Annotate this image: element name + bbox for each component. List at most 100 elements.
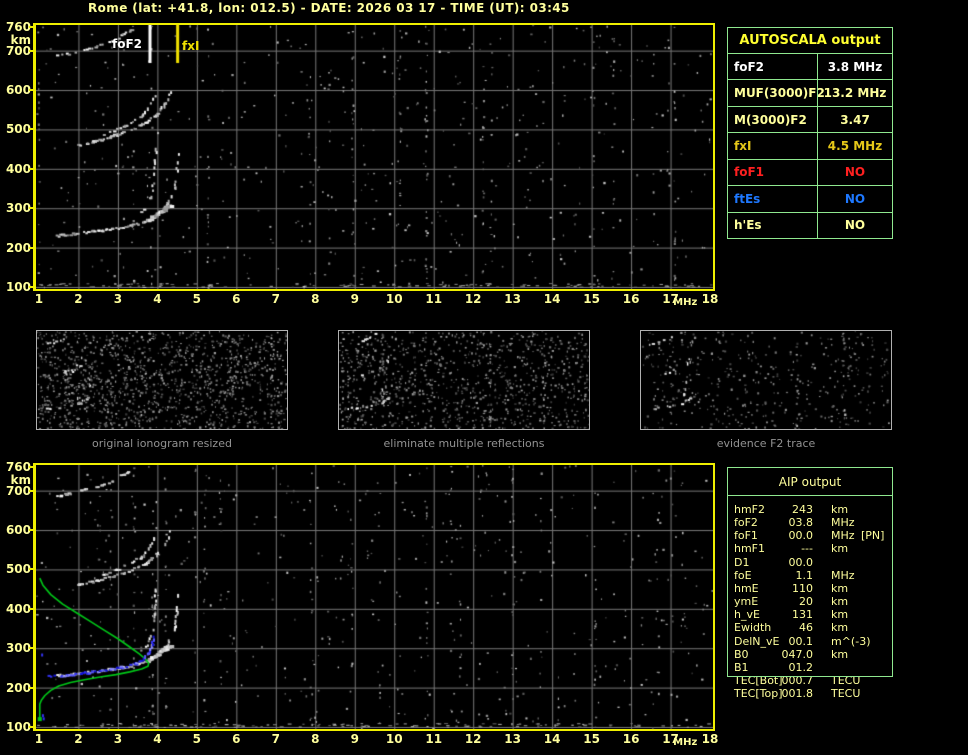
x-tick-label: 18 — [698, 733, 722, 746]
autoscala-row-value: 3.47 — [817, 107, 892, 132]
autoscala-row-value: NO — [817, 213, 892, 238]
autoscala-row: fxI4.5 MHz — [728, 132, 892, 158]
autoscala-row: foF1NO — [728, 159, 892, 185]
aip-row: Ewidth46km — [728, 621, 892, 634]
aip-row-label: hmE — [734, 582, 759, 595]
y-tick-mark — [29, 207, 33, 209]
x-axis-unit-mhz: MHz — [673, 737, 697, 748]
x-tick-label: 11 — [422, 293, 446, 306]
aip-row: DelN_vE00.1m^(-3) — [728, 635, 892, 648]
x-axis-unit-mhz: MHz — [673, 297, 697, 308]
autoscala-row-label: fxI — [728, 133, 817, 158]
aip-row: D100.0 — [728, 556, 892, 569]
y-tick-mark — [29, 466, 33, 468]
y-axis-unit-km: km — [0, 33, 31, 47]
x-tick-label: 8 — [303, 733, 327, 746]
y-tick-mark — [29, 50, 33, 52]
fxI-marker-label: fxI — [182, 39, 199, 53]
aip-row-unit: km — [831, 542, 848, 555]
y-tick-mark — [29, 608, 33, 610]
x-tick-label: 1 — [27, 733, 51, 746]
autoscala-row-value: 13.2 MHz — [817, 80, 892, 105]
aip-output-table: AIP output hmF2243 km foF203.8MHzfoF1 00.0 M… — [727, 467, 893, 677]
aip-row-label: hmF2 — [734, 503, 765, 516]
aip-table-bottom-border — [727, 676, 893, 677]
aip-row-label: foF2 — [734, 516, 758, 529]
aip-table-header: AIP output — [728, 468, 892, 496]
thumbnail-evidence-canvas — [641, 331, 891, 429]
aip-row: foF203.8MHz — [728, 516, 892, 529]
aip-row-value: 00.1 — [766, 635, 813, 648]
aip-row-value: 20 — [766, 595, 813, 608]
autoscala-row: MUF(3000)F213.2 MHz — [728, 79, 892, 105]
foF2-marker-label: foF2 — [112, 37, 142, 51]
aip-row-unit: km — [831, 648, 848, 661]
x-tick-label: 12 — [461, 293, 485, 306]
x-tick-label: 18 — [698, 293, 722, 306]
aip-row-unit: km — [831, 621, 848, 634]
station-date-time-title: Rome (lat: +41.8, lon: 012.5) - DATE: 20… — [88, 1, 570, 15]
aip-row-unit: MHz — [831, 516, 855, 529]
aip-row-value: 001.8 — [766, 687, 813, 700]
x-tick-label: 6 — [224, 293, 248, 306]
aip-row-unit: m^(-3) — [831, 635, 870, 648]
y-tick-mark — [29, 647, 33, 649]
thumbnail-caption: eliminate multiple reflections — [338, 437, 590, 450]
x-tick-label: 7 — [264, 733, 288, 746]
aip-row: hmE110km — [728, 582, 892, 595]
y-tick-mark — [29, 687, 33, 689]
aip-row-label: foF1 — [734, 529, 758, 542]
autoscala-row: foF23.8 MHz — [728, 53, 892, 79]
autoscala-row-label: foF2 — [728, 54, 817, 79]
x-tick-label: 10 — [382, 733, 406, 746]
aip-row-unit: TECU — [831, 687, 860, 700]
aip-row-note: [PN] — [861, 529, 884, 542]
autoscala-row: M(3000)F23.47 — [728, 106, 892, 132]
thumbnail-original-canvas — [37, 331, 287, 429]
x-tick-label: 9 — [343, 293, 367, 306]
autoscala-row-value: NO — [817, 160, 892, 185]
thumbnail-caption: evidence F2 trace — [640, 437, 892, 450]
thumbnail-eliminate-canvas — [339, 331, 589, 429]
x-tick-label: 2 — [66, 293, 90, 306]
y-tick-mark — [29, 286, 33, 288]
autoscala-row-label: ftEs — [728, 186, 817, 211]
autoscala-row-label: foF1 — [728, 160, 817, 185]
x-tick-label: 5 — [185, 293, 209, 306]
aip-row-value: --- — [766, 542, 813, 555]
thumbnail-caption: original ionogram resized — [36, 437, 288, 450]
autoscala-row-value: 3.8 MHz — [817, 54, 892, 79]
aip-row-unit: MHz — [831, 569, 855, 582]
aip-row: B101.2 — [728, 661, 892, 674]
aip-row: foE1.1MHz — [728, 569, 892, 582]
x-tick-label: 15 — [580, 733, 604, 746]
top-ionogram-panel: foF2 fxI — [33, 23, 715, 291]
y-tick-label: 100 — [0, 720, 31, 734]
y-tick-label: 300 — [0, 641, 31, 655]
autoscala-output-table: AUTOSCALA output foF23.8 MHzMUF(3000)F21… — [727, 27, 893, 239]
aip-row: hmF1---km — [728, 542, 892, 555]
autoscala-row: h'EsNO — [728, 212, 892, 238]
aip-row-unit: km — [831, 608, 848, 621]
thumbnail-evidence-f2 — [640, 330, 892, 430]
aip-row-unit: km — [831, 595, 848, 608]
aip-row-value: 00.0 — [766, 529, 813, 542]
x-tick-label: 2 — [66, 733, 90, 746]
y-tick-mark — [29, 529, 33, 531]
autoscala-row: ftEsNO — [728, 185, 892, 211]
y-tick-label: 500 — [0, 562, 31, 576]
y-tick-mark — [29, 490, 33, 492]
y-tick-mark — [29, 568, 33, 570]
y-tick-label: 500 — [0, 122, 31, 136]
aip-row-value: 243 — [766, 503, 813, 516]
x-tick-label: 10 — [382, 293, 406, 306]
aip-row: B0047.0km — [728, 648, 892, 661]
aip-row-label: h_vE — [734, 608, 760, 621]
thumbnail-original-ionogram — [36, 330, 288, 430]
aip-row-value: 110 — [766, 582, 813, 595]
thumbnail-eliminate-reflections — [338, 330, 590, 430]
y-tick-label: 600 — [0, 523, 31, 537]
aip-row-label: B0 — [734, 648, 749, 661]
x-tick-label: 11 — [422, 733, 446, 746]
aip-row-label: D1 — [734, 556, 749, 569]
